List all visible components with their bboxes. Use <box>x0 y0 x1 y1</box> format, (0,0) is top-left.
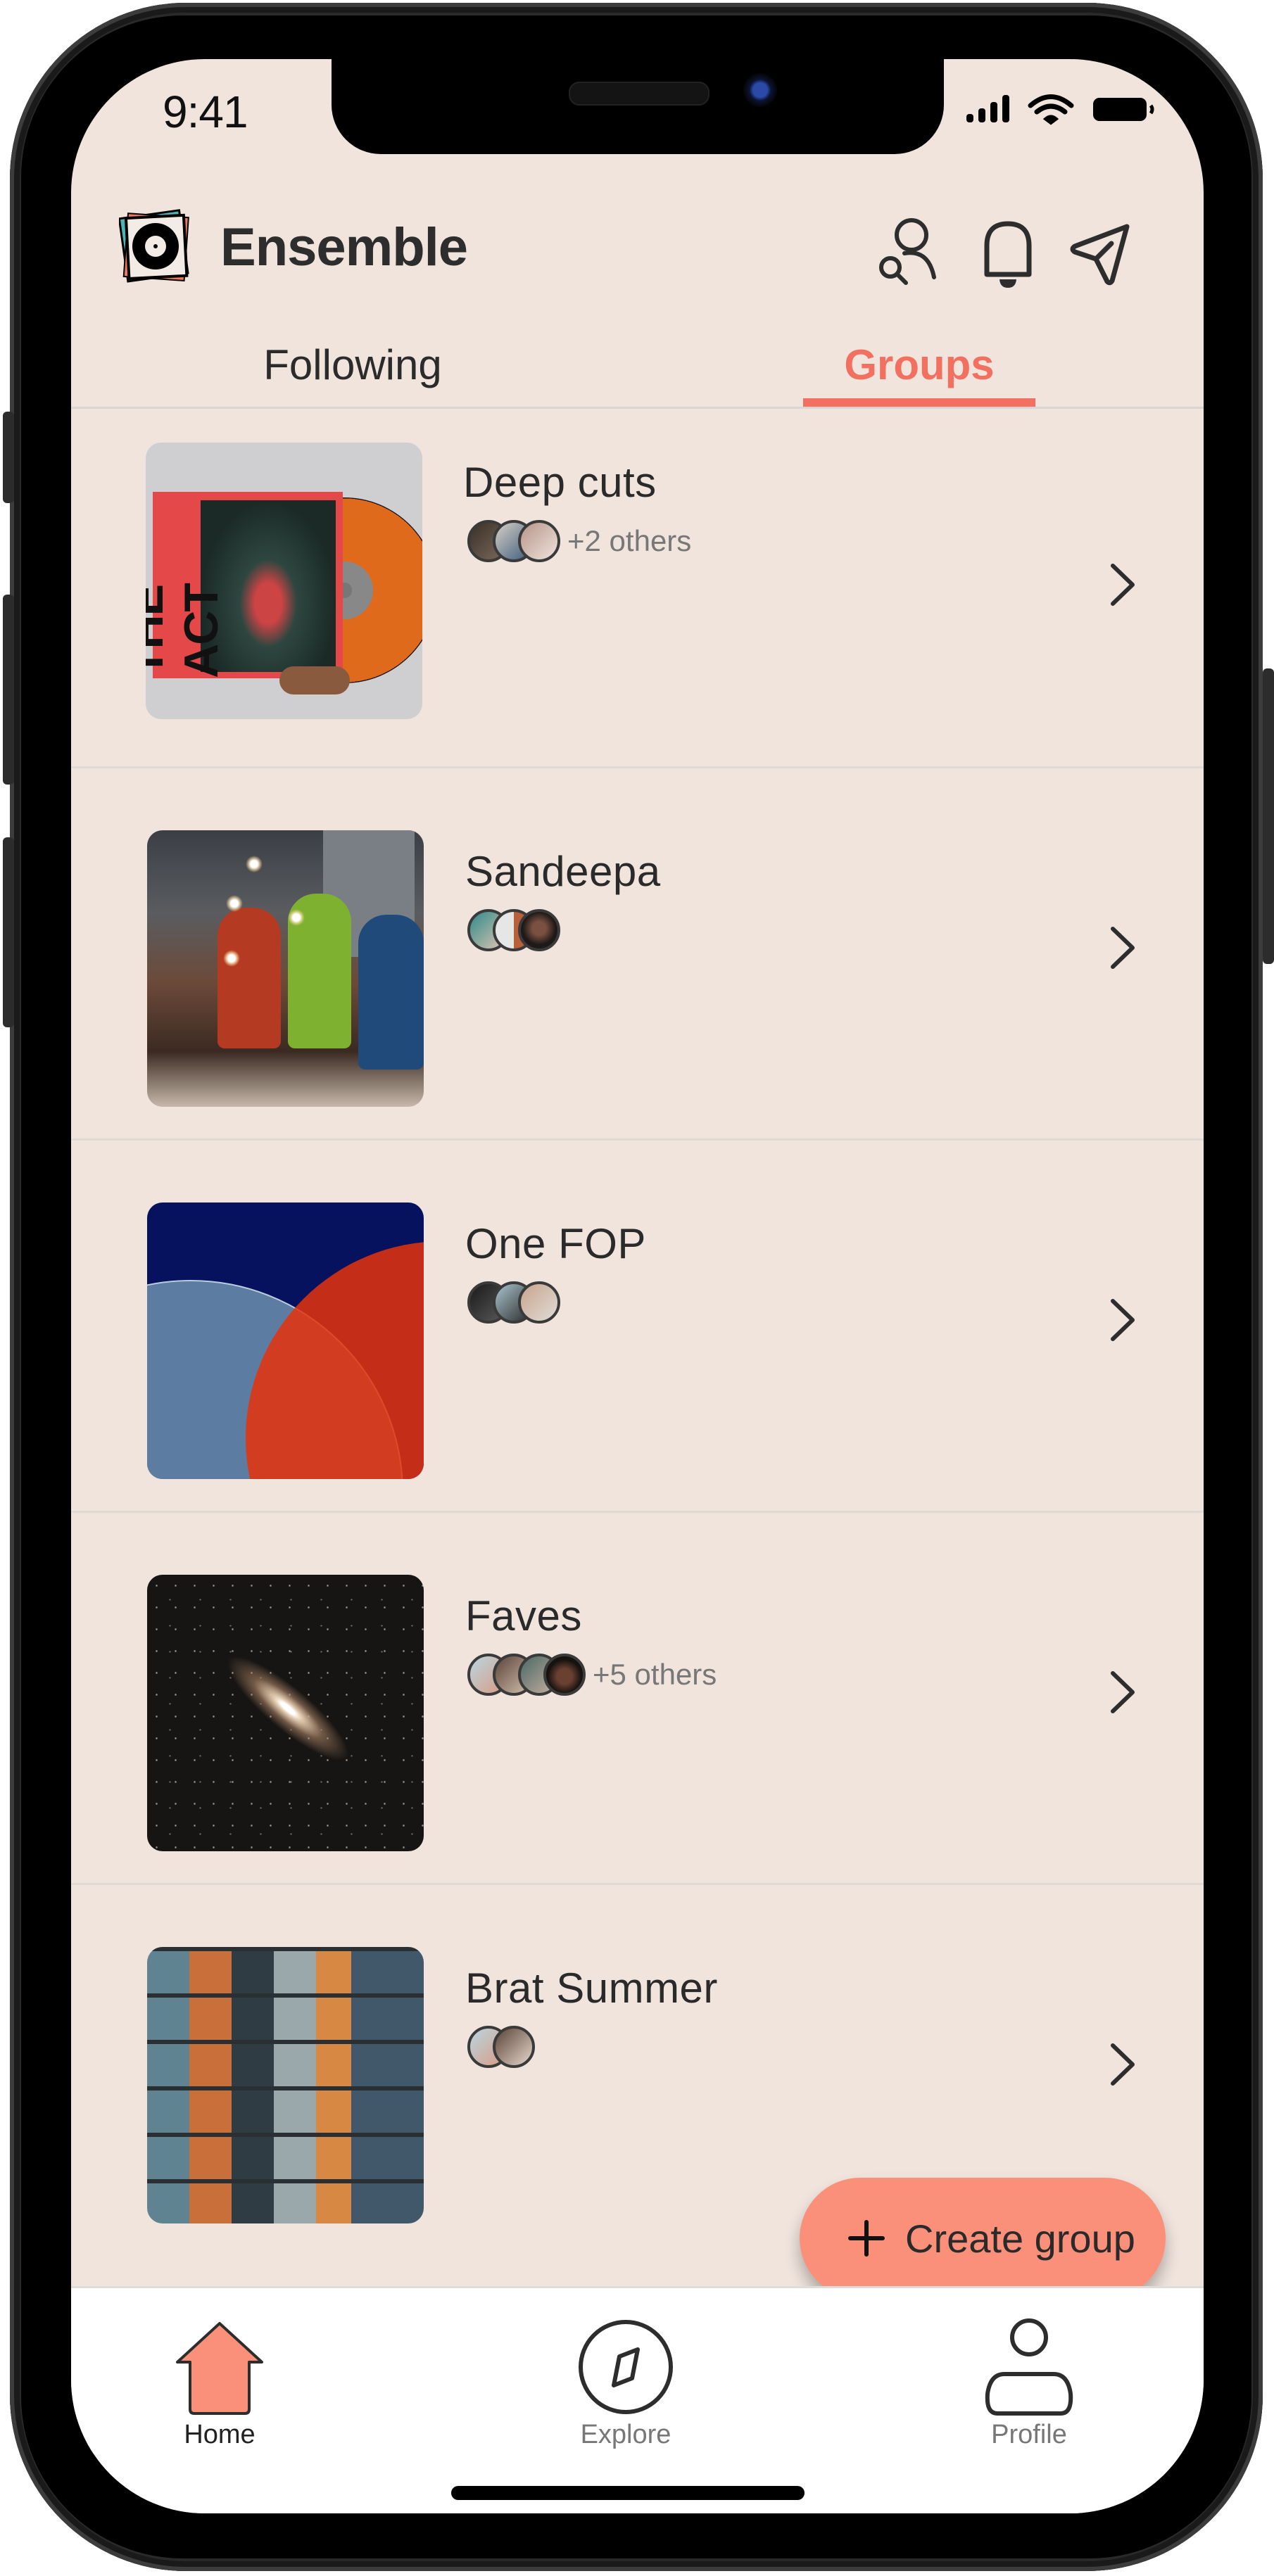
vinyl-record-logo-icon <box>119 209 189 283</box>
wifi-icon <box>1028 94 1074 125</box>
status-icons <box>966 94 1154 125</box>
user-icon <box>985 2318 1073 2416</box>
bell-icon[interactable] <box>969 214 1047 291</box>
member-avatars <box>467 1279 567 1326</box>
member-avatars <box>467 906 567 954</box>
group-row-faves[interactable]: Faves +5 others <box>71 1513 1204 1885</box>
power-button <box>1263 668 1274 964</box>
plus-icon <box>848 2220 885 2257</box>
tab-groups[interactable]: Groups <box>803 334 1035 397</box>
app-title: Ensemble <box>220 217 468 277</box>
member-avatars: +5 others <box>467 1651 717 1699</box>
compass-icon <box>579 2320 673 2414</box>
others-count: +2 others <box>567 524 692 557</box>
create-group-button[interactable]: Create group <box>800 2178 1166 2299</box>
group-name: Faves <box>465 1592 582 1639</box>
bottom-nav: Home Explore Profile <box>71 2286 1204 2513</box>
group-row-one-fop[interactable]: One FOP <box>71 1141 1204 1513</box>
group-name: Deep cuts <box>463 459 657 506</box>
battery-icon <box>1093 98 1154 121</box>
send-paper-plane-icon[interactable] <box>1064 214 1141 291</box>
avatar <box>543 1654 586 1696</box>
earpiece-speaker <box>569 82 709 106</box>
chevron-right-icon[interactable] <box>1099 1288 1141 1352</box>
group-cover-image <box>147 830 424 1107</box>
group-cover-image <box>147 1203 424 1479</box>
chevron-right-icon[interactable] <box>1099 916 1141 979</box>
others-count: +5 others <box>593 1658 717 1691</box>
home-icon <box>176 2322 263 2415</box>
avatar <box>518 520 560 562</box>
volume-down-button <box>3 837 14 1027</box>
nav-profile-label: Profile <box>991 2420 1067 2449</box>
group-cover-image <box>147 1947 424 2223</box>
create-group-label: Create group <box>905 2216 1135 2261</box>
chevron-right-icon[interactable] <box>1099 2033 1141 2096</box>
member-avatars: +2 others <box>467 517 691 565</box>
cellular-signal-icon <box>966 95 1009 122</box>
nav-explore-label: Explore <box>580 2420 671 2449</box>
group-row-deep-cuts[interactable]: THE ACT Deep cuts +2 others <box>71 409 1204 768</box>
active-tab-indicator <box>803 398 1035 407</box>
mute-switch <box>3 412 14 503</box>
group-row-sandeepa[interactable]: Sandeepa <box>71 768 1204 1141</box>
avatar <box>493 2026 535 2068</box>
notch <box>332 59 944 154</box>
status-time: 9:41 <box>163 87 248 137</box>
member-avatars <box>467 2023 542 2071</box>
home-indicator[interactable] <box>451 2486 805 2500</box>
avatar <box>518 1281 560 1324</box>
group-cover-image <box>147 1575 424 1851</box>
group-name: Sandeepa <box>465 848 661 895</box>
group-cover-image: THE ACT <box>146 443 422 719</box>
volume-up-button <box>3 595 14 785</box>
nav-explore[interactable]: Explore <box>541 2316 710 2457</box>
front-camera <box>743 73 777 107</box>
group-name: Brat Summer <box>465 1965 718 2012</box>
group-list: THE ACT Deep cuts +2 others Sandeepa One… <box>71 409 1204 2255</box>
nav-home[interactable]: Home <box>135 2316 304 2457</box>
group-name: One FOP <box>465 1220 646 1267</box>
tab-following[interactable]: Following <box>212 334 493 397</box>
chevron-right-icon[interactable] <box>1099 1661 1141 1724</box>
chevron-right-icon[interactable] <box>1099 553 1141 616</box>
nav-home-label: Home <box>184 2420 256 2449</box>
user-search-icon[interactable] <box>871 214 948 291</box>
nav-profile[interactable]: Profile <box>945 2316 1114 2457</box>
app-screen: 9:41 Ensemble Following Groups THE ACT D… <box>71 59 1204 2513</box>
avatar <box>518 909 560 951</box>
